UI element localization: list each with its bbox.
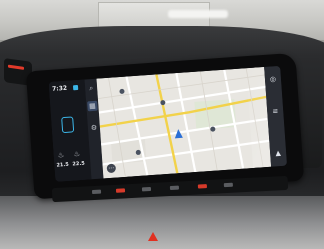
center-console: [0, 196, 324, 249]
connectivity-icon: [72, 84, 79, 91]
climate-button[interactable]: [223, 182, 233, 188]
seat-heat-left-icon[interactable]: ♨: [58, 151, 67, 159]
temperature-right[interactable]: 22.5: [72, 161, 85, 168]
clock: 7:32: [51, 84, 68, 93]
vehicle-position-icon: [174, 128, 183, 139]
nav-up-icon[interactable]: ▲: [273, 148, 284, 159]
climate-button[interactable]: [169, 185, 180, 190]
infotainment-screen[interactable]: 7:32 ♨ ♨ 21.5 22.5 ⌕ ▦ ⚙ ⋯ ◎ ≡ ▲: [48, 65, 288, 182]
ceiling-light: [168, 10, 228, 18]
climate-button-active[interactable]: [115, 188, 126, 193]
car-interior-photo: 7:32 ♨ ♨ 21.5 22.5 ⌕ ▦ ⚙ ⋯ ◎ ≡ ▲: [0, 0, 324, 249]
map-roads: [96, 66, 272, 179]
compass-icon[interactable]: ◎: [268, 74, 279, 85]
grid-icon[interactable]: ▦: [87, 100, 98, 112]
temperature-left[interactable]: 21.5: [56, 162, 69, 169]
layers-icon[interactable]: ≡: [270, 106, 281, 117]
navigation-map[interactable]: ⋯: [96, 66, 272, 179]
settings-icon[interactable]: ⚙: [89, 123, 100, 134]
hazard-button-icon[interactable]: [148, 232, 158, 241]
search-icon[interactable]: ⌕: [86, 83, 97, 94]
climate-button-active[interactable]: [197, 184, 208, 189]
climate-button[interactable]: [141, 186, 152, 192]
seat-heat-right-icon[interactable]: ♨: [73, 150, 82, 158]
home-tile-icon[interactable]: [61, 116, 75, 134]
climate-button[interactable]: [91, 189, 102, 195]
